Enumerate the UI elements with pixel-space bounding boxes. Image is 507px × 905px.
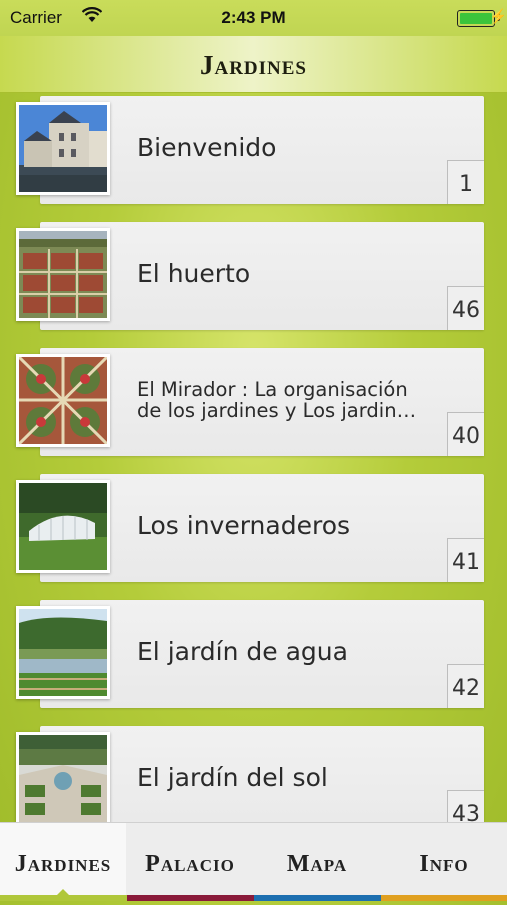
castle-photo-thumbnail [16, 102, 110, 195]
charging-bolt-icon: ⚡ [489, 8, 507, 24]
list-item-el-huerto[interactable]: El huerto 46 [16, 218, 486, 330]
tab-color-strip-info [381, 895, 507, 901]
parterre-photo-thumbnail [16, 354, 110, 447]
list-item-number: 43 [447, 790, 484, 822]
tab-color-strip-palacio [127, 895, 254, 901]
list-item-number: 42 [447, 664, 484, 708]
list-item-title: El jardín del sol [137, 763, 328, 793]
list-item-number: 40 [447, 412, 484, 456]
nav-header: Jardines [0, 36, 507, 93]
tab-label: Jardines [14, 851, 112, 877]
tab-mapa[interactable]: Mapa [254, 823, 380, 895]
list-item-title: El jardín de agua [137, 637, 348, 667]
tab-palacio[interactable]: Palacio [127, 823, 253, 895]
tab-label: Info [419, 851, 469, 877]
garden-aerial-photo-thumbnail [16, 228, 110, 321]
greenhouse-photo-thumbnail [16, 480, 110, 573]
tab-jardines[interactable]: Jardines [0, 823, 126, 896]
tab-info[interactable]: Info [381, 823, 507, 895]
list-item-bienvenido[interactable]: Bienvenido 1 [16, 92, 486, 204]
garden-list[interactable]: Bienvenido 1 El huerto 46 El Mirador: L… [0, 92, 507, 822]
sun-garden-photo-thumbnail [16, 732, 110, 822]
list-item-el-jardin-del-sol[interactable]: El jardín del sol 43 [16, 722, 486, 822]
list-item-title: El Mirador : La organisación de los jardi… [137, 377, 417, 422]
list-item-number: 46 [447, 286, 484, 330]
tab-color-strip-jardines [0, 895, 127, 901]
water-garden-photo-thumbnail [16, 606, 110, 699]
list-item-title: Bienvenido [137, 133, 277, 163]
status-bar: Carrier 2:43 PM ⚡ [0, 0, 507, 36]
tab-label: Palacio [145, 851, 235, 877]
list-item-el-mirador[interactable]: El Mirador : La organisación de los jardi… [16, 344, 486, 456]
tab-bar: Jardines Palacio Mapa Info [0, 822, 507, 901]
tab-label: Mapa [286, 851, 348, 877]
list-item-number: 41 [447, 538, 484, 582]
list-item-title: El huerto [137, 259, 251, 289]
page-title: Jardines [199, 50, 308, 80]
clock: 2:43 PM [221, 8, 286, 27]
list-item-los-invernaderos[interactable]: Los invernaderos 41 [16, 470, 486, 582]
list-item-title: Los invernaderos [137, 511, 351, 541]
list-item-number: 1 [447, 160, 484, 204]
tab-color-strip-mapa [254, 895, 381, 901]
list-item-el-jardin-de-agua[interactable]: El jardín de agua 42 [16, 596, 486, 708]
